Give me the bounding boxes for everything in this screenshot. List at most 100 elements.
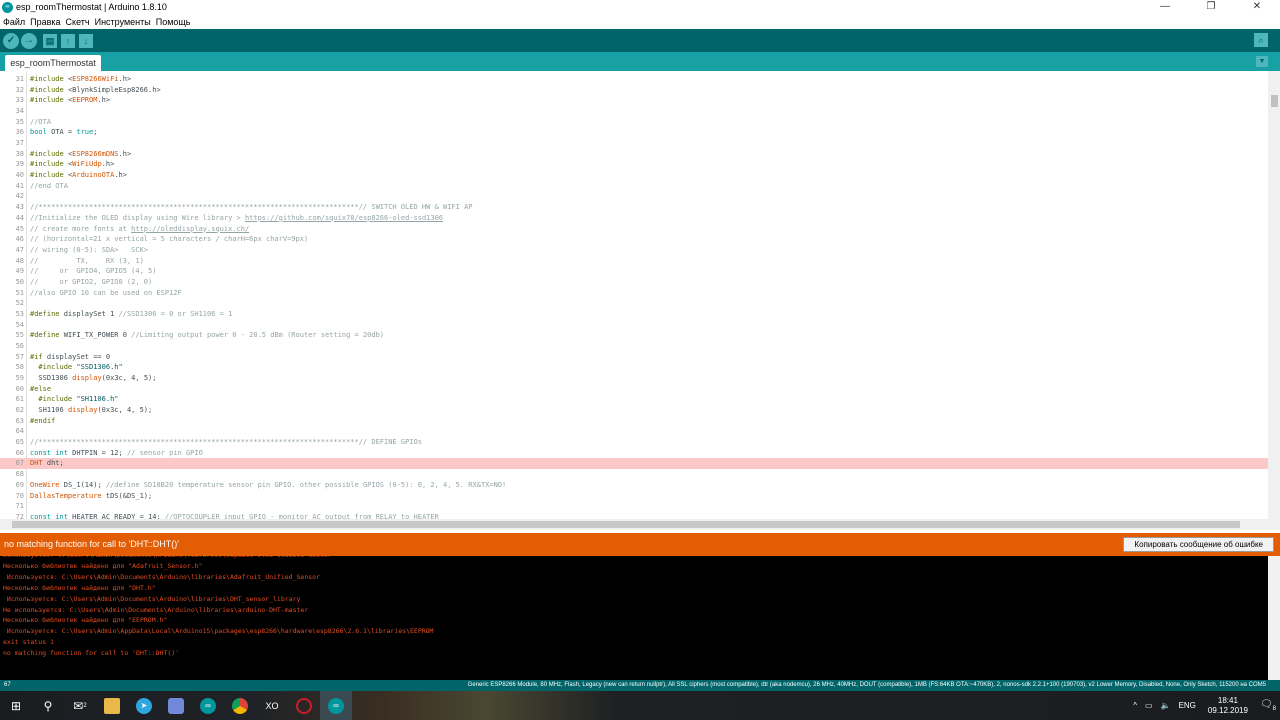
line-number: 32 (15, 85, 24, 94)
code-line: 69 OneWire DS_1(14); //define SD18B20 tem… (0, 480, 1268, 491)
code-token: //define SD18B20 temperature sensor pin … (105, 480, 507, 489)
upload-button[interactable]: → (21, 32, 37, 49)
code-text: //OTA (30, 117, 51, 128)
code-token: SSD1306 (30, 374, 73, 383)
code-line: 71 (0, 501, 1268, 512)
chrome-icon[interactable] (224, 691, 256, 720)
code-token: dht; (42, 459, 64, 468)
tab-menu-button[interactable]: ▼ (1256, 56, 1268, 67)
telegram-icon[interactable]: ➤ (128, 691, 160, 720)
line-number: 66 (15, 448, 24, 457)
arduino-taskbar-icon[interactable]: ∞ (192, 691, 224, 720)
opera-icon[interactable] (288, 691, 320, 720)
copy-error-button[interactable]: Копировать сообщение об ошибке (1123, 537, 1274, 552)
verify-button[interactable]: ✓ (3, 32, 19, 49)
code-line: 66 const int DHTPIN = 12; // sensor pin G… (0, 448, 1268, 459)
line-number: 69 (15, 480, 24, 489)
console-output[interactable]: Используется: C:\Users\Admin\Documents\A… (0, 556, 1268, 680)
save-button[interactable]: ↓ (79, 33, 93, 48)
xd-app-icon[interactable]: XO (256, 691, 288, 720)
menu-sketch[interactable]: Скетч (66, 17, 90, 27)
editor-horizontal-scrollbar[interactable] (0, 519, 1268, 530)
code-text: OneWire DS_1(14); //define SD18B20 tempe… (30, 480, 506, 491)
console-scrollbar[interactable] (1268, 556, 1280, 680)
discord-icon[interactable] (160, 691, 192, 720)
code-line: 70 DallasTemperature tDS(&DS_1); (0, 491, 1268, 502)
line-number: 48 (15, 256, 24, 265)
maximize-button[interactable]: ❐ (1188, 0, 1234, 14)
code-line: 57 #if displaySet == 0 (0, 352, 1268, 363)
line-number: 37 (15, 139, 24, 148)
line-number: 70 (15, 491, 24, 500)
line-number: 41 (15, 181, 24, 190)
code-text: // or GPIO4, GPIO5 (4, 5) (30, 266, 156, 277)
new-sketch-button[interactable]: ▤ (43, 33, 57, 48)
minimize-button[interactable]: — (1142, 0, 1188, 14)
console-line: Используется: C:\Users\Admin\Documents\A… (3, 594, 301, 603)
code-text: SSD1306 display(0x3c, 4, 5); (30, 373, 156, 384)
line-number: 72 (15, 512, 24, 519)
code-token: #if (30, 352, 47, 361)
start-windows-icon[interactable]: ⊞ (0, 691, 32, 720)
menu-edit[interactable]: Правка (30, 17, 60, 27)
arduino-active-taskbar-icon[interactable]: ∞ (320, 691, 352, 720)
code-token: WiFiUdp (72, 160, 102, 169)
code-token: .h> (118, 149, 132, 158)
mail-icon[interactable]: ✉ 2 (64, 691, 96, 720)
menu-file[interactable]: Файл (3, 17, 25, 27)
code-token: // sensor pin GPIO (126, 448, 203, 457)
line-number: 60 (15, 384, 24, 393)
code-token: #include (30, 395, 77, 404)
tab-esp-roomthermostat[interactable]: esp_roomThermostat (5, 55, 101, 71)
code-line: 43 //************************************… (0, 202, 1268, 213)
code-text: // or GPIO2, GPIO0 (2, 0) (30, 277, 152, 288)
code-line: 58 #include "SSD1306.h" (0, 362, 1268, 373)
scroll-thumb[interactable] (12, 521, 1240, 528)
code-token: displaySet == 0 (46, 352, 111, 361)
open-button[interactable]: ↑ (61, 33, 75, 48)
network-icon[interactable]: ▭ (1145, 701, 1153, 710)
line-number: 50 (15, 277, 24, 286)
tray-chevron-icon[interactable]: ^ (1133, 701, 1137, 710)
line-number: 31 (15, 75, 24, 83)
clock[interactable]: 18:41 09.12.2019 (1208, 696, 1248, 716)
line-number: 57 (15, 352, 24, 361)
code-token: ESP8266WiFi (72, 75, 119, 83)
toolbar: ✓ → ▤ ↑ ↓ (0, 29, 1280, 52)
line-number: 54 (15, 320, 24, 329)
file-explorer-icon[interactable] (96, 691, 128, 720)
scroll-thumb[interactable] (1271, 95, 1278, 107)
code-token: "SSD1306.h" (76, 363, 123, 372)
close-button[interactable]: ✕ (1234, 0, 1280, 14)
code-text: #include <ESP8266mDNS.h> (30, 149, 131, 160)
code-token: // wiring (0-5): SDA> SCK> (30, 245, 149, 254)
code-token: <BlynkSimpleEsp8266.h> (67, 85, 161, 94)
volume-icon[interactable]: 🔈 (1161, 701, 1171, 710)
notifications-icon[interactable]: 🗨8 (1260, 699, 1276, 712)
mail-badge: 2 (83, 702, 87, 709)
error-message: no matching function for call to 'DHT::D… (4, 539, 179, 549)
code-text: DallasTemperature tDS(&DS_1); (30, 491, 152, 502)
search-icon[interactable]: ⚲ (32, 691, 64, 720)
code-editor[interactable]: 31 #include <ESP8266WiFi.h> 32 #include <Bl… (0, 71, 1268, 519)
code-token: .h> (114, 171, 127, 180)
code-token: #include (30, 85, 68, 94)
code-line: 64 (0, 426, 1268, 437)
menu-help[interactable]: Помощь (156, 17, 191, 27)
code-token: ESP8266mDNS (72, 149, 119, 158)
line-number: 42 (15, 192, 24, 201)
code-line: 53 #define displaySet 1 //SSD1306 = 0 or … (0, 309, 1268, 320)
code-token: #include (30, 171, 68, 180)
language-indicator[interactable]: ENG (1179, 701, 1196, 710)
code-line: 55 #define WIFI_TX_POWER 0 //Limiting out… (0, 330, 1268, 341)
code-line: 56 (0, 341, 1268, 352)
menu-tools[interactable]: Инструменты (95, 17, 151, 27)
editor-vertical-scrollbar[interactable] (1268, 71, 1280, 530)
code-token: (0x3c, 4, 5); (97, 406, 153, 415)
code-token: EEPROM (72, 96, 98, 105)
serial-monitor-button[interactable]: ⌕ (1254, 33, 1268, 47)
code-line: 33 #include <EEPROM.h> (0, 95, 1268, 106)
code-text: // wiring (0-5): SDA> SCK> (30, 245, 148, 256)
code-text: #include "SSD1306.h" (30, 362, 123, 373)
code-token: #include (30, 160, 68, 169)
